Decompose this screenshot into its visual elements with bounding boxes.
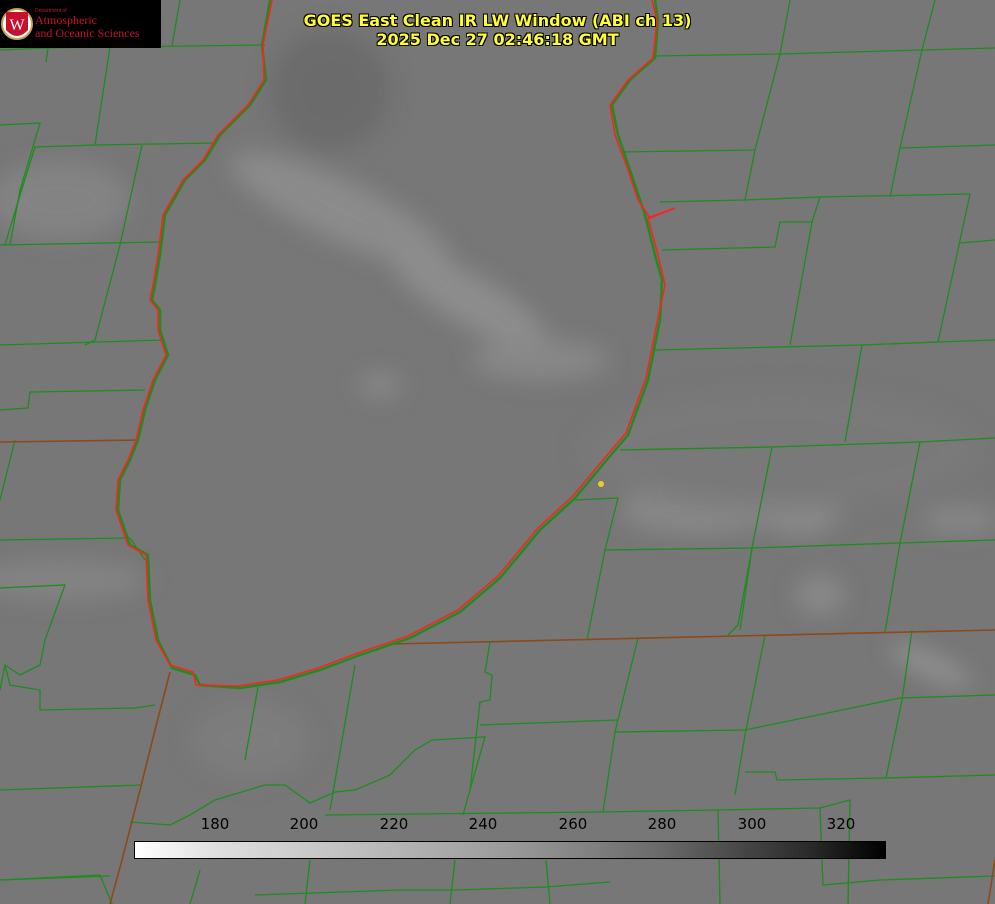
- uw-crest-icon: W: [1, 8, 33, 40]
- colorbar-tick-label: 220: [379, 815, 409, 833]
- colorbar-tick-label: 260: [558, 815, 588, 833]
- svg-text:W: W: [9, 17, 25, 34]
- colorbar-tick-label: 300: [737, 815, 767, 833]
- colorbar-tick-label: 280: [647, 815, 677, 833]
- colorbar-tick-label: 200: [289, 815, 319, 833]
- satellite-map: [0, 0, 995, 904]
- logo-line-1: Atmospheric: [35, 13, 97, 27]
- colorbar-tick-label: 320: [826, 815, 856, 833]
- uw-aos-logo: W Department of Atmospheric and Oceanic …: [0, 0, 161, 48]
- temperature-colorbar: [134, 841, 886, 859]
- colorbar-tick-label: 180: [200, 815, 230, 833]
- image-title: GOES East Clean IR LW Window (ABI ch 13): [303, 11, 692, 30]
- colorbar-tick-label: 240: [468, 815, 498, 833]
- station-marker: [598, 481, 604, 487]
- logo-line-2: and Oceanic Sciences: [35, 26, 140, 40]
- image-timestamp: 2025 Dec 27 02:46:18 GMT: [376, 30, 619, 49]
